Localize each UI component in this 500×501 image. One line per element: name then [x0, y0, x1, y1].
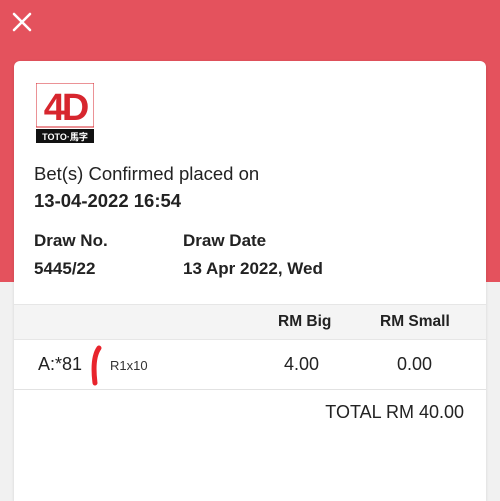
close-icon[interactable]	[11, 11, 33, 33]
bet-row: A:*81 R1x10 4.00 0.00	[14, 339, 486, 390]
draw-date-label: Draw Date	[183, 231, 267, 250]
svg-text:4D: 4D	[44, 87, 88, 129]
confirmation-label: Bet(s) Confirmed placed on	[34, 163, 260, 184]
column-rm-big: RM Big	[278, 313, 332, 330]
bet-type: R1x10	[110, 358, 148, 373]
confirmation-datetime: 13-04-2022 16:54	[34, 190, 182, 211]
bet-table-header: RM Big RM Small	[14, 304, 486, 340]
total-amount: TOTAL RM 40.00	[325, 402, 464, 422]
svg-text:TOTO·馬字: TOTO·馬字	[42, 131, 88, 142]
bet-small-amount: 0.00	[397, 354, 433, 374]
bet-number: A:*81	[38, 354, 83, 374]
bet-receipt-card: 4D TOTO·馬字 Bet(s) Confirmed placed on 13…	[14, 61, 486, 501]
red-redaction-mark	[91, 345, 102, 386]
column-rm-small: RM Small	[380, 313, 450, 330]
draw-date-value: 13 Apr 2022, Wed	[183, 259, 323, 278]
bet-big-amount: 4.00	[284, 354, 320, 374]
draw-number-value: 5445/22	[34, 259, 96, 278]
close-button[interactable]	[8, 8, 36, 36]
toto-4d-logo: 4D TOTO·馬字	[35, 82, 95, 143]
draw-number-label: Draw No.	[34, 231, 108, 250]
